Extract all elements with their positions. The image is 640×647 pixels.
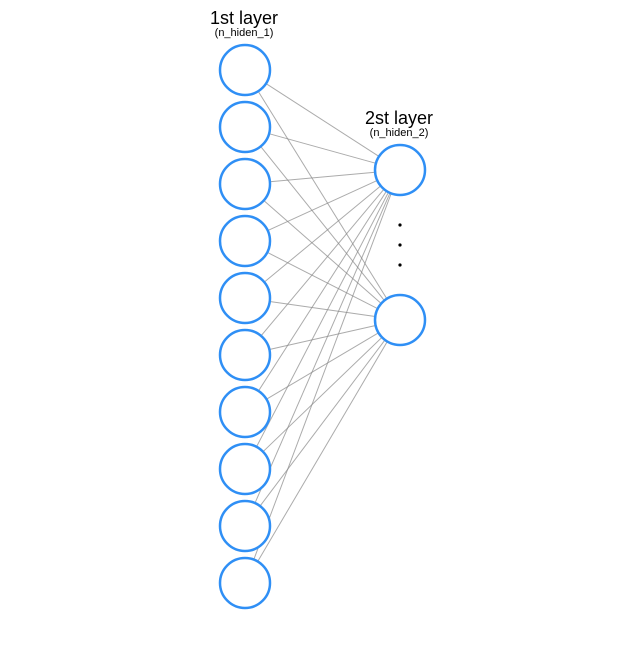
neuron-node	[220, 273, 270, 323]
neuron-node	[220, 558, 270, 608]
neuron-node	[220, 159, 270, 209]
layer-subtitle-text: (n_hiden_2)	[365, 127, 433, 139]
edge	[266, 333, 378, 399]
edge	[270, 302, 375, 317]
edge	[269, 326, 375, 350]
edge	[269, 134, 376, 164]
neuron-node	[220, 444, 270, 494]
edge	[257, 192, 389, 447]
neuron-node	[220, 330, 270, 380]
neuron-node	[220, 102, 270, 152]
edge	[254, 193, 391, 559]
edge	[267, 252, 377, 308]
layer-subtitle-text: (n_hiden_1)	[210, 27, 278, 39]
neuron-node	[220, 387, 270, 437]
layer-title-text: 2st layer	[365, 108, 433, 129]
edge	[260, 340, 385, 506]
edge	[263, 337, 382, 451]
edges-group	[254, 84, 391, 562]
neuron-node	[375, 295, 425, 345]
layer-label: 1st layer(n_hiden_1)	[210, 8, 278, 39]
ellipsis-dot	[398, 263, 401, 266]
layer-title-text: 1st layer	[210, 8, 278, 29]
neuron-node	[375, 145, 425, 195]
ellipsis-dot	[398, 223, 401, 226]
neuron-node	[220, 216, 270, 266]
edge	[266, 84, 379, 157]
ellipsis-dot	[398, 243, 401, 246]
neuron-node	[220, 45, 270, 95]
nn-diagram	[0, 0, 640, 647]
edge	[264, 200, 381, 303]
neuron-node	[220, 501, 270, 551]
layer-label: 2st layer(n_hiden_2)	[365, 108, 433, 139]
